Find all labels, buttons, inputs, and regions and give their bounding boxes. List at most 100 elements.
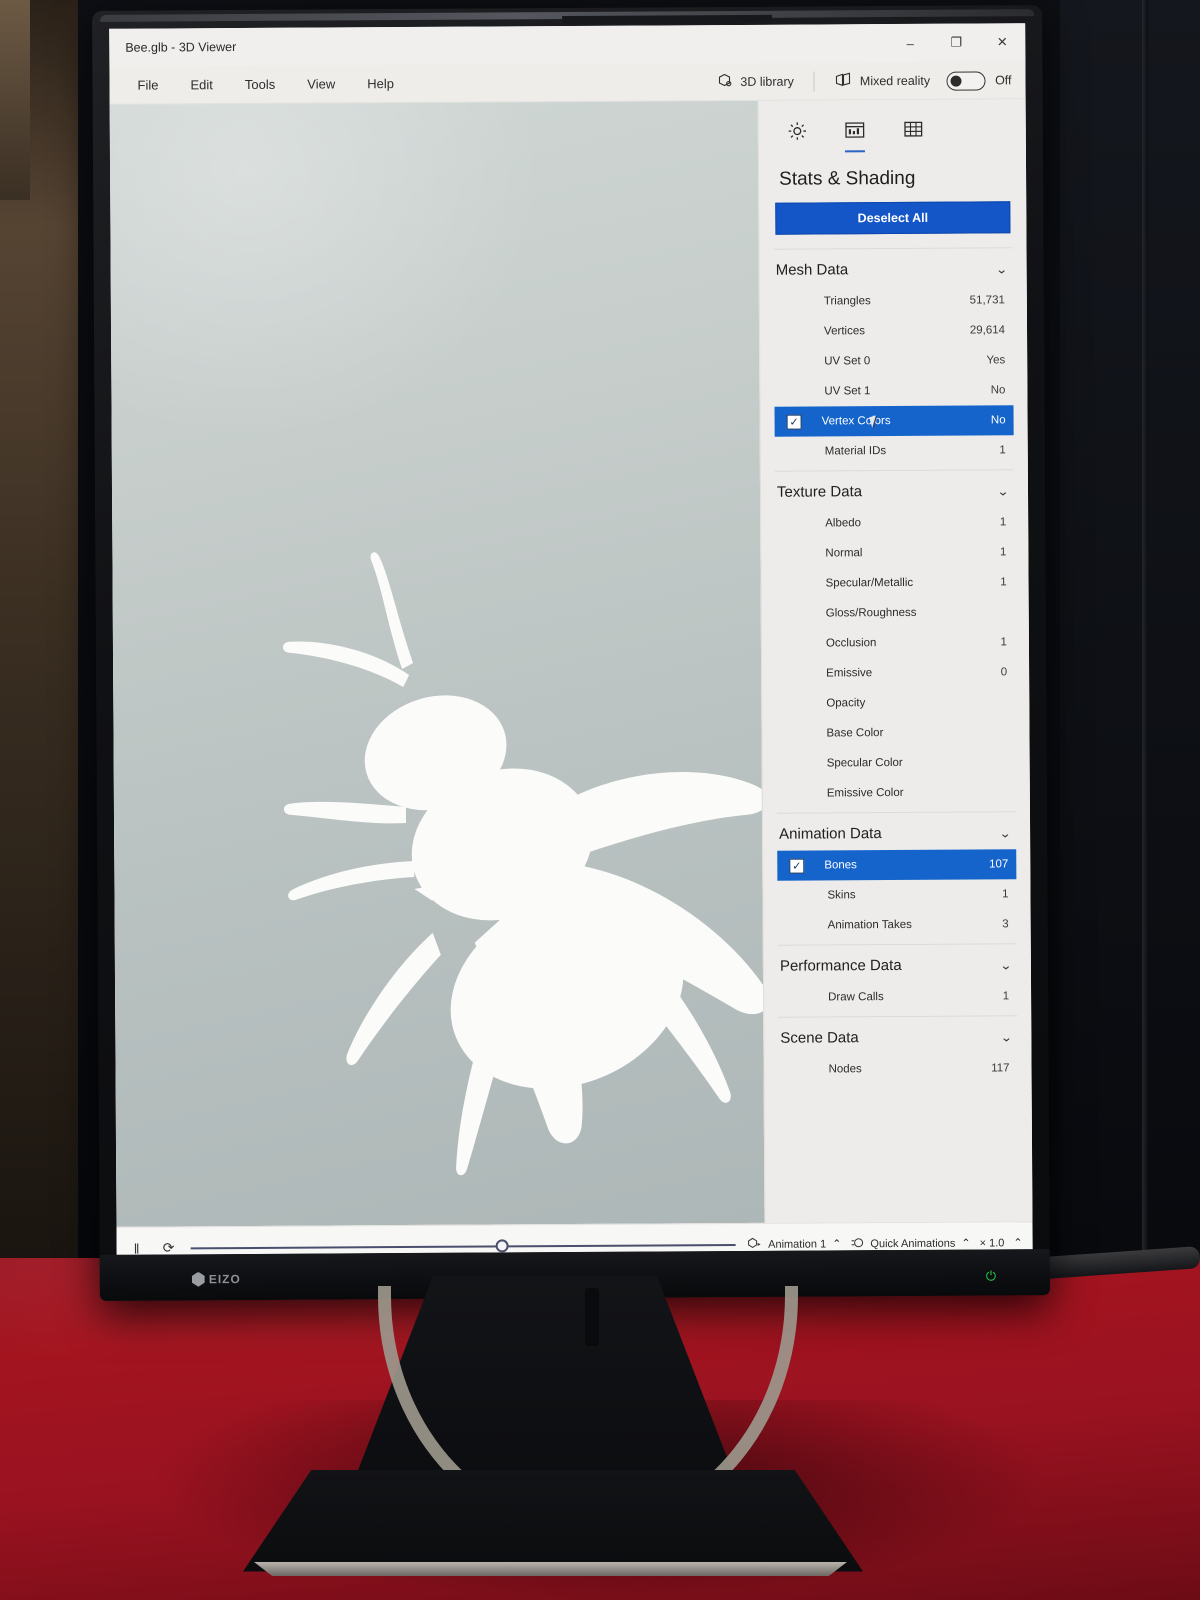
wall-right-panel [1060,0,1200,1258]
stat-label: Vertices [824,325,865,338]
menu-edit[interactable]: Edit [176,71,227,98]
stat-value: 1 [1002,990,1010,1003]
stat-label: Animation Takes [827,918,912,932]
stat-row[interactable]: Emissive Color [777,777,1016,808]
stat-value: 1 [1000,636,1007,649]
bee-model [282,552,765,1176]
menu-view[interactable]: View [293,70,349,97]
maximize-button[interactable]: ❐ [933,23,979,61]
chevron-down-icon[interactable]: ⌄ [1000,1030,1013,1044]
section-header[interactable]: Performance Data ⌄ [778,954,1017,982]
stat-row[interactable]: Emissive 0 [776,657,1015,688]
checkbox-icon[interactable]: ✓ [786,414,802,430]
stat-value: 117 [991,1062,1010,1075]
stat-row[interactable]: Occlusion 1 [776,627,1015,658]
tab-grid[interactable] [897,114,929,146]
speed-chevron-icon[interactable]: ⌃ [1013,1236,1022,1249]
tab-stats[interactable] [839,114,871,146]
menu-file[interactable]: File [123,71,172,98]
stat-label: Bones [824,859,857,872]
loop-button[interactable]: ⟳ [159,1239,179,1254]
stats-shading-panel: Stats & Shading Deselect All Mesh Data ⌄ T… [757,99,1033,1223]
workspace: Stats & Shading Deselect All Mesh Data ⌄ T… [109,99,1033,1227]
3d-library-button[interactable]: 3D library [710,68,800,97]
stat-row[interactable]: Vertices 29,614 [774,315,1013,346]
playback-speed[interactable]: × 1.0 [980,1237,1005,1249]
menu-help[interactable]: Help [353,70,408,97]
chevron-down-icon[interactable]: ⌄ [999,826,1012,840]
tab-lighting[interactable] [781,115,813,147]
stat-row[interactable]: Specular Color [777,747,1016,778]
section-title: Mesh Data [775,261,849,279]
stat-label: Draw Calls [828,991,884,1004]
stat-label: UV Set 1 [824,385,871,398]
stat-value: 51,731 [969,294,1005,307]
stat-label: Skins [827,889,856,902]
stat-row[interactable]: Skins 1 [777,879,1016,910]
3d-viewport[interactable] [109,100,765,1227]
panel-section: Texture Data ⌄ Albedo 1 Normal 1 Specular/Meta… [774,469,1016,813]
section-header[interactable]: Mesh Data ⌄ [774,258,1013,286]
stat-row[interactable]: Gloss/Roughness [776,597,1015,628]
chevron-down-icon[interactable]: ⌄ [997,484,1010,498]
animation-chevron-icon[interactable]: ⌃ [832,1237,841,1250]
chevron-down-icon[interactable]: ⌄ [1000,958,1013,972]
mixed-reality-button[interactable]: Mixed reality [829,67,936,95]
mixed-reality-toggle[interactable] [945,70,986,91]
stat-row[interactable]: ✓ Vertex Colors No [774,405,1014,437]
close-button[interactable]: ✕ [979,23,1025,61]
panel-section: Scene Data ⌄ Nodes 117 [778,1015,1018,1089]
stat-label: Emissive [826,667,873,680]
pause-button[interactable]: ‖ [127,1240,147,1255]
stat-label: Base Color [826,727,884,740]
minimize-button[interactable]: – [887,24,933,62]
stat-row[interactable]: UV Set 1 No [774,375,1013,406]
stat-label: Occlusion [825,637,877,650]
stat-row[interactable]: Nodes 117 [778,1053,1017,1084]
stat-row[interactable]: UV Set 0 Yes [774,345,1013,376]
chevron-down-icon[interactable]: ⌄ [995,262,1008,276]
stat-row[interactable]: Specular/Metallic 1 [775,567,1014,598]
stat-value: 107 [989,858,1009,871]
stat-row[interactable]: Draw Calls 1 [778,981,1017,1012]
panel-section: Mesh Data ⌄ Triangles 51,731 Vertices 29,614 U… [773,247,1014,471]
quick-animations-label: Quick Animations [870,1237,956,1250]
stat-row[interactable]: Albedo 1 [775,507,1014,538]
stat-value: 1 [999,516,1007,529]
stat-label: Emissive Color [826,786,904,800]
quick-animations-chevron-icon[interactable]: ⌃ [961,1237,970,1250]
timeline-handle[interactable] [496,1238,510,1252]
stat-value: 1 [999,546,1007,559]
deselect-all-button[interactable]: Deselect All [775,201,1011,235]
section-header[interactable]: Scene Data ⌄ [778,1026,1017,1054]
checkbox-icon[interactable]: ✓ [789,858,805,874]
stat-label: Triangles [823,295,871,308]
grid-icon [903,121,922,137]
stat-row[interactable]: Triangles 51,731 [774,285,1013,316]
section-header[interactable]: Texture Data ⌄ [775,480,1014,508]
menu-tools[interactable]: Tools [231,71,290,98]
stat-value: 0 [1000,666,1008,679]
section-header[interactable]: Animation Data ⌄ [777,822,1016,850]
stat-value: No [990,384,1006,397]
stat-label: Material IDs [824,445,887,458]
stat-row[interactable]: Opacity [776,687,1015,718]
stat-row[interactable]: Material IDs 1 [775,435,1014,466]
stat-value: 29,614 [969,324,1006,337]
mixed-reality-label: Mixed reality [859,73,931,89]
animation-label: Animation 1 [768,1237,827,1251]
cube-icon [716,72,733,92]
section-title: Texture Data [776,483,863,501]
stat-value: 1 [1000,576,1007,589]
stat-row[interactable]: Normal 1 [775,537,1014,568]
stand-base-edge [254,1562,847,1576]
timeline-track [190,1243,737,1249]
stat-label: Nodes [828,1063,862,1076]
stat-row[interactable]: Base Color [776,717,1015,748]
window-title: Bee.glb - 3D Viewer [125,40,237,55]
section-title: Scene Data [780,1029,859,1047]
bezel-notch [562,14,773,25]
stat-row[interactable]: ✓ Bones 107 [777,849,1017,881]
stat-value: 1 [1002,888,1009,901]
stat-row[interactable]: Animation Takes 3 [778,909,1017,940]
